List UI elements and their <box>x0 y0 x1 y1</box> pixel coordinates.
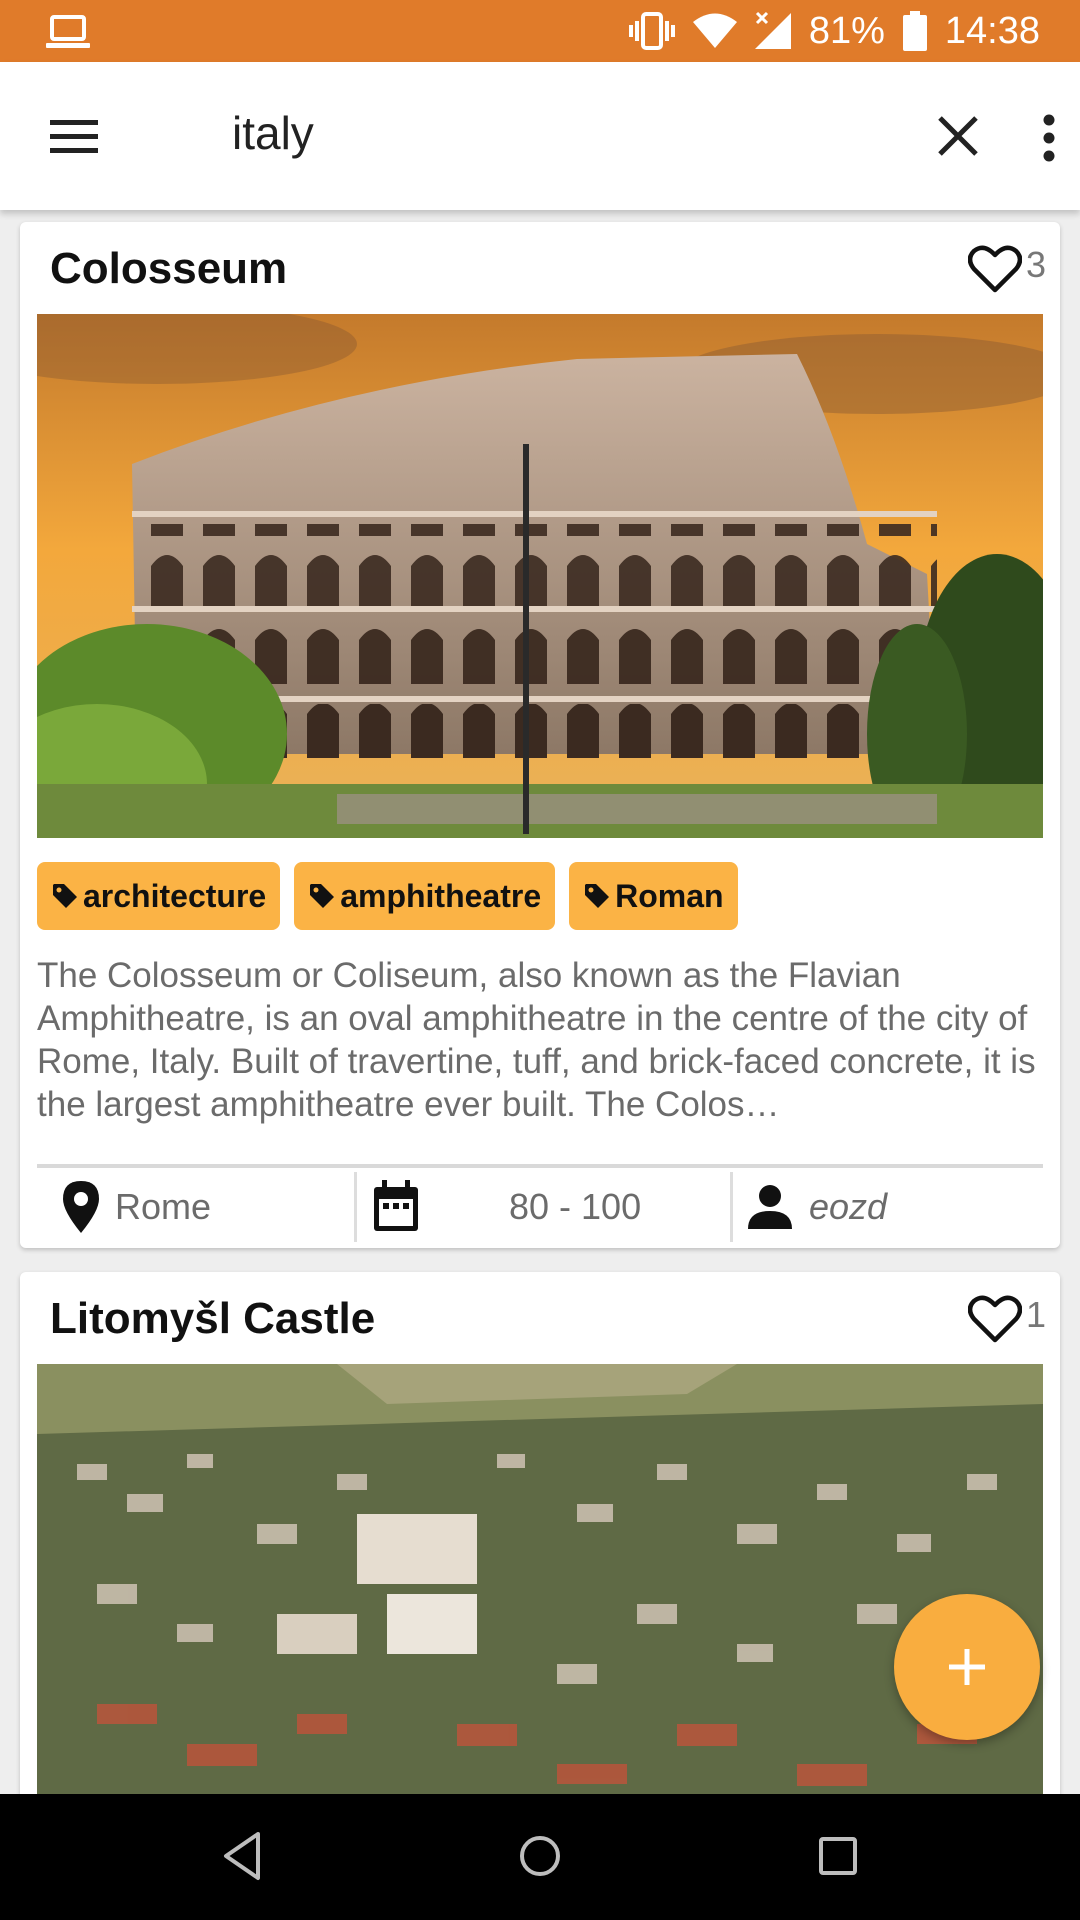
tag-label: amphitheatre <box>340 877 542 914</box>
battery-icon <box>902 11 927 51</box>
battery-percent: 81% <box>808 9 885 52</box>
location-name: Rome <box>115 1186 212 1227</box>
calendar-icon <box>374 1180 418 1231</box>
more-vert-icon[interactable] <box>1036 112 1062 164</box>
tag-label: Roman <box>615 877 724 914</box>
tag-icon <box>53 884 77 908</box>
status-bar: 81% 14:38 <box>0 0 1080 62</box>
like-button[interactable]: 1 <box>967 1294 1046 1344</box>
like-count: 1 <box>1025 1294 1046 1335</box>
search-input[interactable]: italy <box>232 106 314 160</box>
wifi-icon <box>692 13 737 48</box>
person-icon <box>748 1185 792 1229</box>
tag-chip[interactable]: architecture <box>37 862 281 930</box>
back-icon[interactable] <box>220 1830 264 1882</box>
clock: 14:38 <box>944 9 1040 52</box>
card-info-row: Rome 80 - 100 eozd <box>37 1172 1043 1248</box>
results-list[interactable]: Colosseum 3 architecture amphitheatre Ro… <box>0 210 1080 1794</box>
home-icon[interactable] <box>518 1830 562 1882</box>
location-pin-icon <box>63 1181 99 1233</box>
tag-label: architecture <box>83 877 267 914</box>
place-card[interactable]: Colosseum 3 architecture amphitheatre Ro… <box>20 222 1060 1248</box>
author[interactable]: eozd <box>733 1172 1043 1242</box>
tag-chip[interactable]: amphitheatre <box>294 862 556 930</box>
tag-list: architecture amphitheatre Roman <box>37 862 738 930</box>
heart-icon <box>967 1295 1022 1343</box>
laptop-icon <box>46 15 90 48</box>
tag-icon <box>310 884 335 908</box>
place-card[interactable]: Litomyšl Castle 1 <box>20 1272 1060 1794</box>
like-button[interactable]: 3 <box>967 244 1046 294</box>
tag-icon <box>585 884 610 908</box>
vibrate-icon <box>628 12 675 50</box>
like-count: 3 <box>1025 244 1046 285</box>
heart-icon <box>967 245 1022 293</box>
add-place-button[interactable] <box>894 1594 1040 1740</box>
card-title: Litomyšl Castle <box>50 1294 376 1343</box>
author-name: eozd <box>809 1186 888 1227</box>
date-range: 80 - 100 <box>357 1172 733 1242</box>
card-description: The Colosseum or Coliseum, also known as… <box>37 956 1036 1124</box>
signal-icon <box>754 11 791 49</box>
menu-icon[interactable] <box>42 112 106 160</box>
colosseum-photo[interactable] <box>37 314 1043 838</box>
recents-icon[interactable] <box>816 1830 860 1882</box>
close-icon[interactable] <box>932 110 984 162</box>
plus-icon <box>949 1649 985 1685</box>
divider <box>37 1164 1043 1168</box>
card-title: Colosseum <box>50 244 288 293</box>
location[interactable]: Rome <box>37 1172 357 1242</box>
litomysl-photo[interactable] <box>37 1364 1043 1794</box>
system-nav-bar <box>0 1794 1080 1920</box>
search-app-bar: italy <box>0 62 1080 210</box>
year-range: 80 - 100 <box>509 1186 642 1227</box>
tag-chip[interactable]: Roman <box>569 862 738 930</box>
